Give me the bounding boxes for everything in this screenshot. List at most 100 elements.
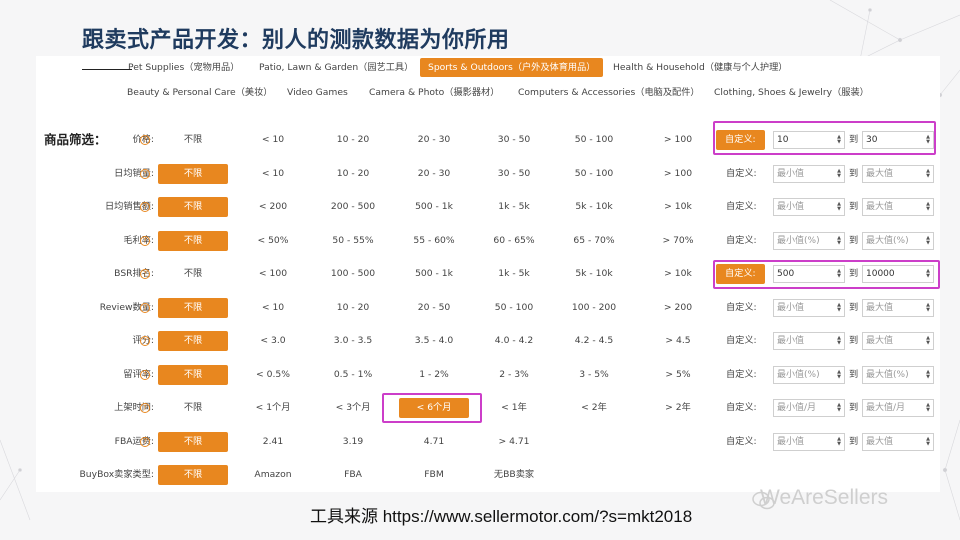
max-value-input[interactable]: 最大值 ▲ ▼ [862, 198, 934, 216]
help-icon[interactable]: ? [140, 336, 150, 346]
filter-option[interactable]: 2.41 [233, 430, 313, 454]
spinner-icon[interactable]: ▲ ▼ [836, 370, 842, 380]
filter-option[interactable]: > 200 [638, 296, 718, 320]
filter-option[interactable]: 50 - 100 [474, 296, 554, 320]
custom-range-button[interactable]: 自定义: [726, 195, 757, 219]
min-value-input[interactable]: 最小值 ▲ ▼ [773, 433, 845, 451]
filter-option[interactable]: 不限 [158, 465, 228, 485]
filter-option[interactable]: 不限 [158, 331, 228, 351]
filter-option[interactable]: > 2年 [638, 396, 718, 420]
filter-option[interactable]: 不限 [153, 262, 233, 286]
filter-option[interactable]: < 2年 [554, 396, 634, 420]
filter-option[interactable]: 1k - 5k [474, 195, 554, 219]
filter-option[interactable]: > 4.71 [474, 430, 554, 454]
min-value-input[interactable]: 最小值/月 ▲ ▼ [773, 399, 845, 417]
filter-option[interactable]: 不限 [158, 231, 228, 251]
filter-option[interactable]: 50 - 100 [554, 162, 634, 186]
max-value-input[interactable]: 最大值 ▲ ▼ [862, 165, 934, 183]
filter-option[interactable]: 0.5 - 1% [313, 363, 393, 387]
filter-option[interactable]: 3.5 - 4.0 [394, 329, 474, 353]
max-value-input[interactable]: 最大值 ▲ ▼ [862, 332, 934, 350]
filter-option[interactable]: < 3个月 [313, 396, 393, 420]
spinner-icon[interactable]: ▲ ▼ [925, 236, 931, 246]
max-value-input[interactable]: 最大值 ▲ ▼ [862, 433, 934, 451]
filter-option[interactable]: 1 - 2% [394, 363, 474, 387]
filter-option[interactable]: 50 - 55% [313, 229, 393, 253]
filter-option[interactable]: 不限 [158, 164, 228, 184]
spinner-icon[interactable]: ▲ ▼ [836, 169, 842, 179]
filter-option[interactable]: < 10 [233, 162, 313, 186]
filter-option[interactable]: < 0.5% [233, 363, 313, 387]
filter-option[interactable]: > 10k [638, 262, 718, 286]
filter-option[interactable]: 30 - 50 [474, 128, 554, 152]
max-value-input[interactable]: 最大值/月 ▲ ▼ [862, 399, 934, 417]
help-icon[interactable]: ? [140, 437, 150, 447]
filter-option[interactable]: 20 - 50 [394, 296, 474, 320]
category-clothing[interactable]: Clothing, Shoes & Jewelry（服装） [714, 84, 869, 102]
custom-range-button[interactable]: 自定义: [726, 296, 757, 320]
filter-option[interactable]: 200 - 500 [313, 195, 393, 219]
filter-option[interactable]: 不限 [158, 197, 228, 217]
spinner-icon[interactable]: ▲ ▼ [925, 370, 931, 380]
filter-option[interactable]: 50 - 100 [554, 128, 634, 152]
filter-option[interactable]: 55 - 60% [394, 229, 474, 253]
help-icon[interactable]: ? [140, 269, 150, 279]
max-value-input[interactable]: 最大值(%) ▲ ▼ [862, 366, 934, 384]
spinner-icon[interactable]: ▲ ▼ [836, 303, 842, 313]
max-value-input[interactable]: 最大值(%) ▲ ▼ [862, 232, 934, 250]
filter-option[interactable]: 30 - 50 [474, 162, 554, 186]
filter-option[interactable]: FBA [313, 463, 393, 487]
filter-option[interactable]: < 10 [233, 296, 313, 320]
spinner-icon[interactable]: ▲ ▼ [836, 336, 842, 346]
filter-option[interactable]: 100 - 500 [313, 262, 393, 286]
filter-option[interactable]: 无BB卖家 [474, 463, 554, 487]
filter-option[interactable]: 不限 [153, 128, 233, 152]
help-icon[interactable]: ? [140, 202, 150, 212]
filter-option[interactable]: 500 - 1k [394, 262, 474, 286]
help-icon[interactable]: ? [140, 303, 150, 313]
filter-option[interactable]: 10 - 20 [313, 296, 393, 320]
spinner-icon[interactable]: ▲ ▼ [925, 202, 931, 212]
filter-option[interactable]: < 3.0 [233, 329, 313, 353]
filter-option[interactable]: 3.0 - 3.5 [313, 329, 393, 353]
filter-option[interactable]: 100 - 200 [554, 296, 634, 320]
filter-option[interactable]: < 1个月 [233, 396, 313, 420]
min-value-input[interactable]: 最小值(%) ▲ ▼ [773, 232, 845, 250]
filter-option[interactable]: 10 - 20 [313, 162, 393, 186]
category-pet-supplies[interactable]: Pet Supplies（宠物用品） [128, 59, 239, 77]
filter-option[interactable]: 65 - 70% [554, 229, 634, 253]
max-value-input[interactable]: 最大值 ▲ ▼ [862, 299, 934, 317]
filter-option[interactable]: 20 - 30 [394, 128, 474, 152]
filter-option[interactable]: > 70% [638, 229, 718, 253]
min-value-input[interactable]: 最小值 ▲ ▼ [773, 299, 845, 317]
custom-range-button[interactable]: 自定义: [726, 396, 757, 420]
filter-option[interactable]: 1k - 5k [474, 262, 554, 286]
filter-option[interactable]: 10 - 20 [313, 128, 393, 152]
filter-option[interactable]: 500 - 1k [394, 195, 474, 219]
help-icon[interactable]: ? [140, 403, 150, 413]
custom-range-button[interactable]: 自定义: [726, 162, 757, 186]
custom-range-button[interactable]: 自定义: [726, 363, 757, 387]
spinner-icon[interactable]: ▲ ▼ [836, 403, 842, 413]
help-icon[interactable]: ? [140, 370, 150, 380]
category-computers[interactable]: Computers & Accessories（电脑及配件） [518, 84, 700, 102]
help-icon[interactable]: ? [140, 169, 150, 179]
filter-option[interactable]: < 100 [233, 262, 313, 286]
filter-option[interactable]: 4.0 - 4.2 [474, 329, 554, 353]
filter-option[interactable]: < 1年 [474, 396, 554, 420]
filter-option[interactable]: 4.71 [394, 430, 474, 454]
min-value-input[interactable]: 最小值 ▲ ▼ [773, 165, 845, 183]
help-icon[interactable]: ? [140, 236, 150, 246]
filter-option[interactable]: 20 - 30 [394, 162, 474, 186]
filter-option[interactable]: 60 - 65% [474, 229, 554, 253]
spinner-icon[interactable]: ▲ ▼ [925, 403, 931, 413]
filter-option[interactable]: 4.2 - 4.5 [554, 329, 634, 353]
filter-option[interactable]: 5k - 10k [554, 262, 634, 286]
spinner-icon[interactable]: ▲ ▼ [836, 236, 842, 246]
category-beauty[interactable]: Beauty & Personal Care（美妆） [127, 84, 272, 102]
spinner-icon[interactable]: ▲ ▼ [925, 437, 931, 447]
filter-option[interactable]: < 50% [233, 229, 313, 253]
spinner-icon[interactable]: ▲ ▼ [925, 336, 931, 346]
spinner-icon[interactable]: ▲ ▼ [836, 437, 842, 447]
spinner-icon[interactable]: ▲ ▼ [925, 303, 931, 313]
